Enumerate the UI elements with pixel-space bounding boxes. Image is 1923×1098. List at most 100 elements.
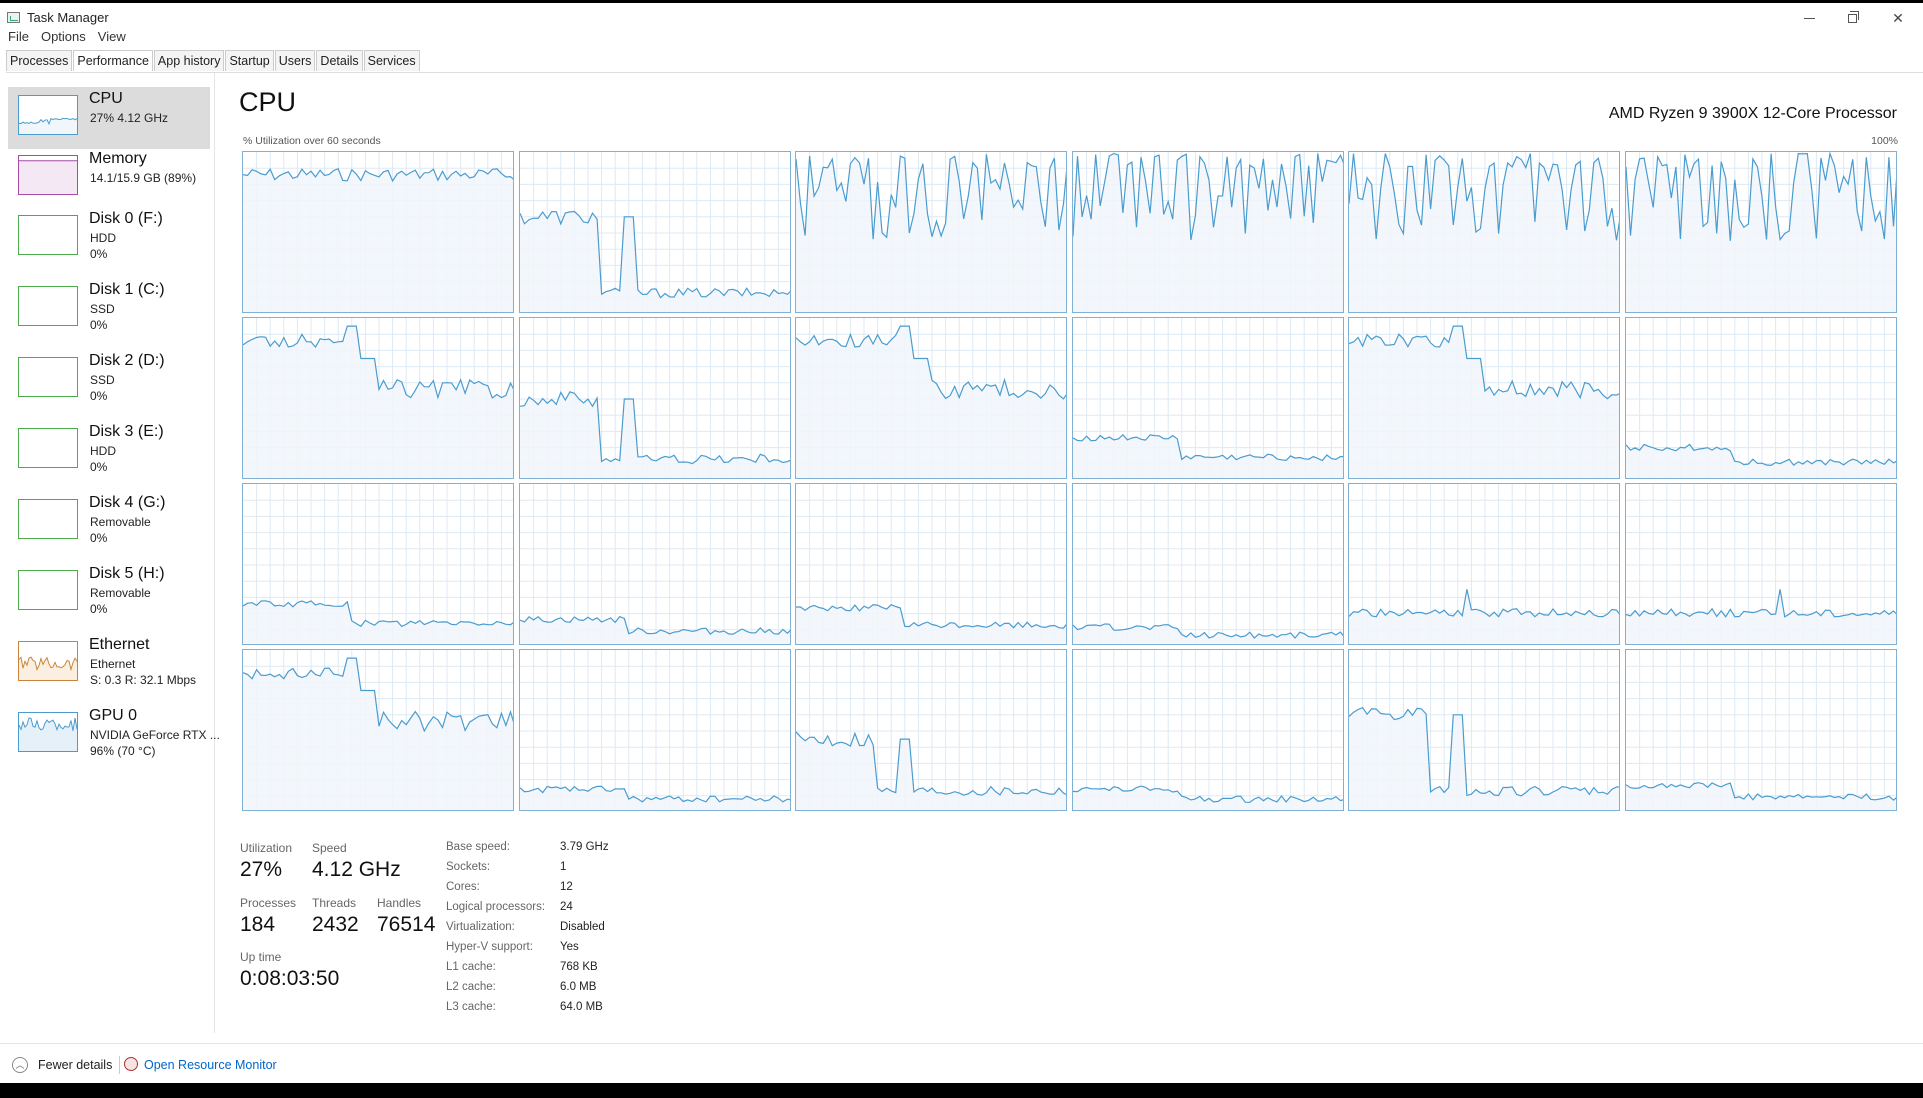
sidebar-item-value: 0% [90,531,108,545]
tab-startup[interactable]: Startup [225,50,274,71]
disk-thumbnail [18,499,78,539]
memory-thumbnail [18,155,78,195]
restore-button[interactable] [1829,3,1875,33]
minimize-button[interactable] [1786,3,1832,33]
cpu-core-graph-19 [519,649,791,811]
cpu-core-graph-11 [1625,317,1897,479]
cpu-core-graph-5 [1625,151,1897,313]
utilization-label: Utilization [240,841,293,855]
sidebar-item-memory[interactable]: Memory 14.1/15.9 GB (89%) [8,147,210,209]
sidebar-item-detail: Removable [90,586,151,600]
cpu-model: AMD Ryzen 9 3900X 12-Core Processor [1608,105,1897,122]
resource-monitor-icon[interactable] [124,1057,138,1071]
spec-label: Base speed: [446,841,510,853]
cpu-core-graph-8 [795,317,1067,479]
cpu-core-graph-9 [1072,317,1344,479]
sidebar-item-disk-7[interactable]: Disk 5 (H:) Removable 0% [8,562,210,624]
spec-value: 768 KB [560,961,598,973]
title-bar[interactable]: Task Manager ✕ [0,3,1923,33]
cpu-thumbnail [18,95,78,135]
sidebar-item-disk-3[interactable]: Disk 1 (C:) SSD 0% [8,278,210,340]
tab-processes[interactable]: Processes [6,50,73,71]
menu-options[interactable]: Options [33,27,90,47]
sidebar-item-name: CPU [89,90,123,107]
processes-label: Processes [240,896,297,910]
disk-thumbnail [18,215,78,255]
speed-value: 4.12 GHz [312,858,401,881]
sidebar-item-value: 0% [90,460,108,474]
gpu-thumbnail [18,712,78,752]
task-manager-window: Task Manager ✕ File Options View Process… [0,3,1923,1083]
cpu-core-graph-16 [1348,483,1620,645]
sidebar-item-value: S: 0.3 R: 32.1 Mbps [90,673,197,687]
close-button[interactable]: ✕ [1875,3,1921,33]
cpu-core-graph-10 [1348,317,1620,479]
utilization-value: 27% [240,858,283,881]
tab-app-history[interactable]: App history [153,50,225,71]
spec-value: 6.0 MB [560,981,597,993]
sidebar-item-cpu[interactable]: CPU 27% 4.12 GHz [8,87,210,149]
footer-divider [119,1056,120,1074]
spec-value: Disabled [560,921,605,933]
menu-file[interactable]: File [0,27,33,47]
tab-performance[interactable]: Performance [73,50,153,71]
spec-value: Yes [560,941,579,953]
tab-services[interactable]: Services [363,50,420,71]
sidebar-item-name: Disk 2 (D:) [89,352,165,369]
sidebar-item-value: 0% [90,318,108,332]
chevron-up-icon[interactable]: ︿ [12,1057,28,1073]
cpu-core-graph-2 [795,151,1067,313]
sidebar-item-detail: 27% 4.12 GHz [90,111,169,125]
spec-label: Sockets: [446,861,491,873]
sidebar-item-value: 0% [90,247,108,261]
disk-thumbnail [18,570,78,610]
cpu-core-graph-23 [1625,649,1897,811]
close-icon: ✕ [1892,9,1904,26]
sidebar-item-detail: HDD [90,444,116,458]
cpu-core-graph-20 [795,649,1067,811]
cpu-core-graph-21 [1072,649,1344,811]
speed-label: Speed [312,841,347,855]
spec-value: 3.79 GHz [560,841,609,853]
sidebar-item-disk-6[interactable]: Disk 4 (G:) Removable 0% [8,491,210,553]
restore-icon [1847,10,1859,23]
sidebar-item-detail: SSD [90,302,115,316]
sidebar-item-value: 96% (70 °C) [90,744,156,758]
page-title: CPU [239,87,297,117]
threads-value: 2432 [312,913,359,936]
handles-label: Handles [377,896,422,910]
footer: ︿ Fewer details Open Resource Monitor [0,1043,1923,1083]
sidebar-item-disk-4[interactable]: Disk 2 (D:) SSD 0% [8,349,210,411]
core-usage-area [243,168,513,312]
sidebar-item-ethernet[interactable]: Ethernet Ethernet S: 0.3 R: 32.1 Mbps [8,633,210,695]
menu-view[interactable]: View [90,27,130,47]
spec-label: Cores: [446,881,480,893]
cpu-core-graph-22 [1348,649,1620,811]
sidebar-item-disk-2[interactable]: Disk 0 (F:) HDD 0% [8,207,210,269]
sidebar-item-name: GPU 0 [89,707,138,724]
spec-value: 64.0 MB [560,1001,603,1013]
tab-users[interactable]: Users [274,50,316,71]
tab-details[interactable]: Details [316,50,363,71]
open-resource-monitor-link[interactable]: Open Resource Monitor [144,1058,277,1072]
sidebar-item-gpu[interactable]: GPU 0 NVIDIA GeForce RTX ... 96% (70 °C) [8,704,220,766]
cpu-core-graph-0 [242,151,514,313]
graph-max-label: 100% [1871,135,1898,147]
cpu-core-graph-17 [1625,483,1897,645]
sidebar-item-disk-5[interactable]: Disk 3 (E:) HDD 0% [8,420,210,482]
graph-caption: % Utilization over 60 seconds [243,135,381,147]
cpu-thumbnail-area [19,118,77,134]
memory-thumbnail-area [19,160,77,194]
cpu-core-graph-12 [242,483,514,645]
sidebar-item-detail: Removable [90,515,151,529]
cpu-core-graph-4 [1348,151,1620,313]
fewer-details-button[interactable]: Fewer details [38,1058,112,1072]
sidebar-item-name: Disk 1 (C:) [89,281,165,298]
sidebar-item-value: 0% [90,389,108,403]
uptime-label: Up time [240,950,282,964]
spec-label: Logical processors: [446,901,546,913]
sidebar-item-detail: NVIDIA GeForce RTX ... [90,728,220,742]
tab-strip: Processes Performance App history Startu… [6,50,1923,73]
sidebar-item-name: Disk 0 (F:) [89,210,163,227]
cpu-core-graph-15 [1072,483,1344,645]
